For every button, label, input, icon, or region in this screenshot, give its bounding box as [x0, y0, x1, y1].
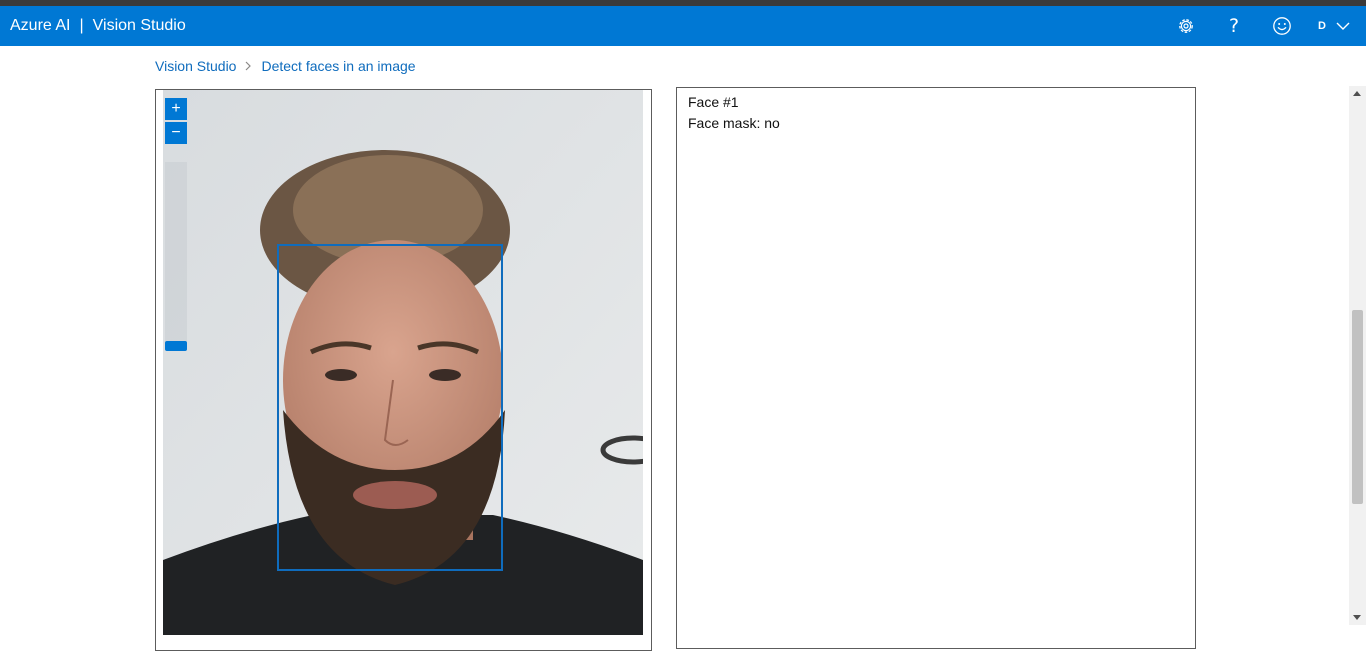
- results-panel: Face #1 Face mask: no: [676, 87, 1196, 649]
- feedback-button[interactable]: [1271, 15, 1293, 37]
- face-mask-result: Face mask: no: [688, 115, 780, 131]
- breadcrumb: Vision Studio Detect faces in an image: [155, 57, 416, 75]
- zoom-out-button[interactable]: −: [165, 122, 187, 144]
- scrollbar-thumb[interactable]: [1352, 310, 1363, 504]
- page-scrollbar[interactable]: [1349, 86, 1366, 625]
- scroll-down-arrow-icon[interactable]: [1353, 615, 1361, 620]
- account-menu[interactable]: D: [1312, 12, 1350, 40]
- chevron-down-icon: [1336, 22, 1350, 30]
- breadcrumb-detect-faces[interactable]: Detect faces in an image: [261, 57, 415, 75]
- help-question-icon: ?: [1228, 15, 1240, 37]
- zoom-slider-track[interactable]: [165, 162, 187, 350]
- brand-separator: |: [79, 17, 84, 34]
- settings-gear-icon: [1179, 19, 1193, 33]
- breadcrumb-vision-studio[interactable]: Vision Studio: [155, 57, 236, 75]
- app-header: Azure AI | Vision Studio ? D: [0, 6, 1366, 46]
- app-brand[interactable]: Azure AI | Vision Studio: [10, 6, 186, 46]
- product-name: Vision Studio: [92, 17, 186, 34]
- settings-button[interactable]: [1175, 15, 1197, 37]
- scroll-up-arrow-icon[interactable]: [1353, 91, 1361, 96]
- brand-name: Azure AI: [10, 17, 71, 34]
- face-bounding-box: [277, 244, 503, 571]
- feedback-smiley-icon: [1273, 17, 1291, 35]
- zoom-slider-thumb[interactable]: [165, 341, 187, 351]
- help-button[interactable]: ?: [1223, 15, 1245, 37]
- face-title: Face #1: [688, 94, 739, 110]
- zoom-in-button[interactable]: +: [165, 98, 187, 120]
- user-avatar: D: [1318, 20, 1326, 32]
- chevron-right-icon: [245, 61, 252, 71]
